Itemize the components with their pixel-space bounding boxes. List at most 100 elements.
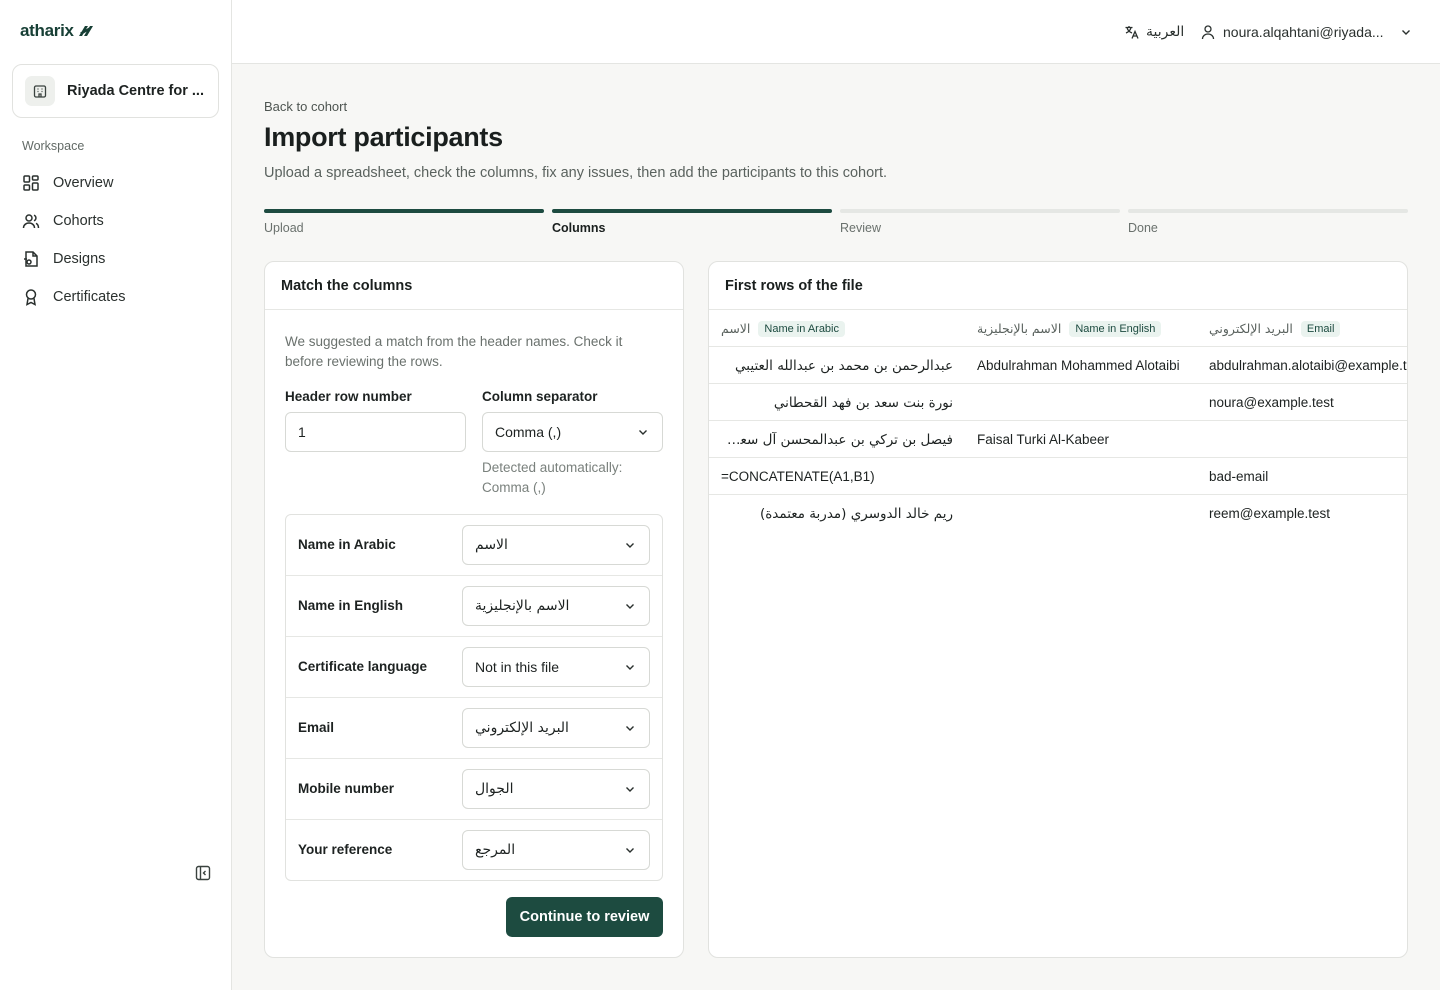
chevron-down-icon xyxy=(626,604,634,609)
grid-icon xyxy=(23,175,39,191)
mapping-value: الجوال xyxy=(475,781,514,797)
mapping-row-name-english: Name in English الاسم بالإنجليزية xyxy=(286,576,662,637)
step-label: Upload xyxy=(264,221,304,235)
mapping-row-name-arabic: Name in Arabic الاسم xyxy=(286,515,662,576)
mapping-select-name-english[interactable]: الاسم بالإنجليزية xyxy=(462,586,650,626)
step-upload: Upload xyxy=(264,209,544,235)
logo-text: atharix xyxy=(20,21,74,40)
organization-switcher[interactable]: Riyada Centre for ... xyxy=(12,64,219,118)
chevron-down-icon xyxy=(626,665,634,670)
cell-text: =CONCATENATE(A1,B1) xyxy=(721,469,875,484)
file-icon xyxy=(24,251,38,267)
column-header-text: البريد الإلكتروني xyxy=(1209,321,1293,336)
preview-column-header: الاسم Name in Arabic xyxy=(721,310,845,347)
card-title: First rows of the file xyxy=(709,262,1407,310)
cell-text: ريم خالد الدوسري (مدربة معتمدة) xyxy=(759,505,953,522)
language-switch[interactable]: العربية xyxy=(1124,21,1184,43)
award-icon xyxy=(25,289,37,306)
continue-to-review-button[interactable]: Continue to review xyxy=(506,897,663,937)
preview-column-header: الاسم بالإنجليزية Name in English xyxy=(977,310,1162,347)
cell-text: فيصل بن تركي بن عبدالمحسن آل سعود الكبير xyxy=(721,431,953,448)
step-done: Done xyxy=(1128,209,1408,235)
mapping-field-label: Email xyxy=(298,720,335,735)
back-to-cohort-link[interactable]: Back to cohort xyxy=(264,99,347,114)
column-mapping-table: Name in Arabic الاسم Name in English الا… xyxy=(285,514,663,881)
cell-english-name xyxy=(977,384,1197,421)
sidebar-item-label: Overview xyxy=(53,175,114,191)
cell-email: reem@example.test xyxy=(1209,506,1330,521)
mapping-select-reference[interactable]: المرجع xyxy=(462,830,650,870)
separator-detected-note: Detected automatically: Comma (,) xyxy=(482,460,623,495)
mapping-field-label: Name in Arabic xyxy=(298,537,396,552)
chevron-down-icon xyxy=(626,726,634,731)
collapse-sidebar-button[interactable] xyxy=(194,864,212,882)
user-email: noura.alqahtani@riyada... xyxy=(1223,24,1384,40)
sidebar-item-label: Certificates xyxy=(53,289,126,305)
cell-english-name: Faisal Turki Al-Kabeer xyxy=(977,432,1110,447)
step-label: Columns xyxy=(552,221,606,235)
cell-text: عبدالرحمن بن محمد بن عبدالله العتيبي xyxy=(735,357,953,374)
cell-arabic-name: ريم خالد الدوسري (مدربة معتمدة) xyxy=(721,495,953,532)
cell-text: نورة بنت سعد بن فهد القحطاني xyxy=(773,394,953,411)
cell-english-name xyxy=(977,495,1197,532)
step-progress-bar xyxy=(840,209,1120,213)
sidebar-item-certificates[interactable]: Certificates xyxy=(12,278,219,316)
user-icon xyxy=(1201,25,1215,40)
match-columns-card: Match the columns We suggested a match f… xyxy=(264,261,684,958)
cell-arabic-name: =CONCATENATE(A1,B1) xyxy=(721,458,953,495)
separator-select[interactable]: Comma (,) xyxy=(482,412,663,452)
page-subtitle: Upload a spreadsheet, check the columns,… xyxy=(264,165,888,181)
mapping-field-label: Your reference xyxy=(298,842,393,857)
column-header-text: الاسم xyxy=(721,321,751,336)
header-row-label: Header row number xyxy=(285,389,412,404)
card-title: Match the columns xyxy=(265,262,683,310)
table-row: =CONCATENATE(A1,B1) bad-email xyxy=(709,458,1407,495)
mapping-value: البريد الإلكتروني xyxy=(475,720,569,736)
cell-email: abdulrahman.alotaibi@example.t xyxy=(1209,358,1407,373)
mapping-row-mobile: Mobile number الجوال xyxy=(286,759,662,820)
column-mapping-badge: Name in English xyxy=(1069,320,1162,337)
sidebar-item-designs[interactable]: Designs xyxy=(12,240,219,278)
mapping-select-email[interactable]: البريد الإلكتروني xyxy=(462,708,650,748)
mapping-select-mobile[interactable]: الجوال xyxy=(462,769,650,809)
step-label: Review xyxy=(840,221,881,235)
sidebar-item-overview[interactable]: Overview xyxy=(12,164,219,202)
chevron-down-icon xyxy=(626,848,634,853)
table-row: ريم خالد الدوسري (مدربة معتمدة) reem@exa… xyxy=(709,495,1407,532)
step-columns: Columns xyxy=(552,209,832,235)
match-hint: We suggested a match from the header nam… xyxy=(285,334,623,369)
table-row: فيصل بن تركي بن عبدالمحسن آل سعود الكبير… xyxy=(709,421,1407,458)
step-progress-bar xyxy=(552,209,832,213)
mapping-row-certificate-language: Certificate language Not in this file xyxy=(286,637,662,698)
sidebar-collapse-icon xyxy=(195,865,211,881)
users-icon xyxy=(22,214,40,229)
mapping-value: الاسم xyxy=(475,537,508,553)
page-title: Import participants xyxy=(264,122,503,152)
mapping-select-name-arabic[interactable]: الاسم xyxy=(462,525,650,565)
user-menu[interactable]: noura.alqahtani@riyada... xyxy=(1200,21,1413,43)
import-stepper: Upload Columns Review Done xyxy=(264,209,1408,239)
mapping-select-certificate-language[interactable]: Not in this file xyxy=(462,647,650,687)
cell-email: bad-email xyxy=(1209,469,1269,484)
topbar: العربية noura.alqahtani@riyada... xyxy=(232,0,1440,64)
cell-english-name: Abdulrahman Mohammed Alotaibi xyxy=(977,358,1180,373)
column-header-text: الاسم بالإنجليزية xyxy=(977,321,1062,336)
column-mapping-badge: Email xyxy=(1300,320,1341,337)
mapping-row-reference: Your reference المرجع xyxy=(286,820,662,881)
mapping-field-label: Mobile number xyxy=(298,781,395,796)
mapping-value: المرجع xyxy=(475,842,516,858)
table-row: نورة بنت سعد بن فهد القحطاني noura@examp… xyxy=(709,384,1407,421)
sidebar-item-cohorts[interactable]: Cohorts xyxy=(12,202,219,240)
mapping-value: Not in this file xyxy=(475,659,560,675)
app-logo[interactable]: atharix xyxy=(20,20,93,42)
cell-email: noura@example.test xyxy=(1209,395,1334,410)
header-row-input[interactable]: 1 xyxy=(285,412,466,452)
nav-section-label: Workspace xyxy=(22,139,85,153)
step-progress-bar xyxy=(1128,209,1408,213)
separator-label: Column separator xyxy=(482,389,598,404)
chevron-down-icon xyxy=(626,787,634,792)
table-row: عبدالرحمن بن محمد بن عبدالله العتيبي Abd… xyxy=(709,347,1407,384)
logo-mark-icon xyxy=(78,26,93,36)
sidebar-item-label: Designs xyxy=(53,251,106,267)
cell-arabic-name: فيصل بن تركي بن عبدالمحسن آل سعود الكبير xyxy=(721,421,953,458)
